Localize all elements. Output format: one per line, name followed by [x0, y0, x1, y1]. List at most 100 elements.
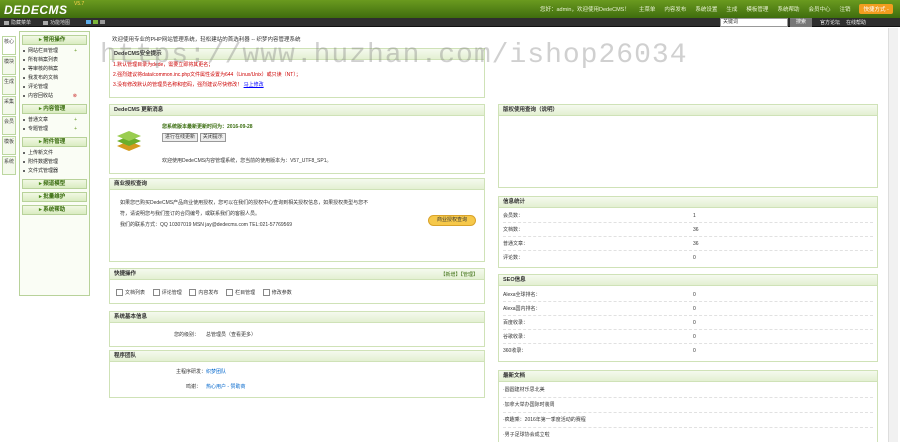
menu-header-content[interactable]: 内容管理 — [22, 104, 87, 114]
quick-settings[interactable]: 修改参数 — [263, 289, 292, 296]
update-panel-title: DedeCMS 更新消息 — [110, 105, 484, 116]
team-thanks-label: 鸣谢： — [186, 384, 202, 390]
menu-item-pending-docs[interactable]: 等审核的档案 — [20, 65, 89, 74]
level-label: 您的级别： — [174, 332, 200, 338]
warn-line-2: 2.强烈建议将data/common.inc.php文件属性设置为644（Lin… — [113, 72, 301, 78]
license-query-button[interactable]: 商业授权查询 — [428, 215, 476, 226]
latest-docs-title: 最新文档 — [499, 371, 877, 382]
menu-item-all-docs[interactable]: 所有档案列表 — [20, 56, 89, 65]
online-update-button[interactable]: 进行在线更新 — [162, 133, 199, 142]
menu-header-channels[interactable]: 频道模型 — [22, 179, 87, 189]
vtab-collect[interactable]: 采集 — [2, 96, 16, 115]
hide-menu-button[interactable]: 隐藏菜单 — [4, 19, 31, 26]
menu-item-file-manager[interactable]: 文件式管理器 — [20, 167, 89, 176]
seo-row: Alexa国内排名： 0 — [503, 302, 873, 316]
menu-item-columns[interactable]: 网站栏目管理 + — [20, 47, 89, 56]
top-nav-main[interactable]: 主菜单 — [639, 5, 656, 14]
shortcut-button[interactable]: 快捷方式 - — [859, 4, 893, 14]
quick-comments[interactable]: 评论管理 — [153, 289, 182, 296]
latest-docs-panel: 最新文档 ·圆圆建材乐思北美 ·加拿大举办国际时装周 ·疯趣乘：2016年第一季… — [498, 370, 878, 442]
quick-columns[interactable]: 栏目管理 — [226, 289, 255, 296]
top-nav-templates[interactable]: 模板管理 — [746, 5, 768, 14]
welcome-text: 欢迎使用专业的PHP网站管理系统，轻松建站的首选利器 -- 织梦内容管理系统 — [112, 37, 301, 43]
layers-icon — [116, 127, 142, 153]
search-button[interactable]: 搜索 — [790, 18, 812, 27]
menu-header-common[interactable]: 常用操作 — [22, 35, 87, 45]
sysinfo-panel-title: 系统基本信息 — [110, 312, 484, 323]
seo-row: 360收录： 0 — [503, 348, 696, 354]
top-nav-publish[interactable]: 内容发布 — [664, 5, 686, 14]
menu-header-help[interactable]: 系统帮助 — [22, 205, 87, 215]
close-tip-button[interactable]: 关闭提示 — [199, 133, 226, 142]
vertical-scrollbar[interactable] — [888, 28, 898, 442]
top-nav-logout[interactable]: 注销 — [839, 5, 850, 14]
license-line-3: 我们的联系方式：QQ 10307019 MSN jay@dedecms.com … — [120, 222, 293, 228]
vtab-templates[interactable]: 模板 — [2, 136, 16, 155]
sidebar-menu: 常用操作 网站栏目管理+ 所有档案列表 等审核的档案 我发布的文档 评论管理 内… — [19, 31, 90, 296]
news-item[interactable]: ·圆圆建材乐思北美 — [503, 383, 873, 398]
quick-publish[interactable]: 内容发布 — [189, 289, 218, 296]
map-icon — [43, 20, 48, 25]
blue-theme-icon[interactable] — [86, 19, 91, 24]
menu-item-specials[interactable]: 专题管理 + — [20, 125, 89, 134]
seo-panel-title: SEO信息 — [499, 275, 877, 286]
add-icon: + — [74, 117, 77, 123]
stats-panel-title: 信息统计 — [499, 197, 877, 208]
team-thanks-link[interactable]: 热心用户 - 赞助商 — [206, 383, 245, 390]
level-value[interactable]: 总管理员（查看更多） — [206, 331, 256, 338]
quick-panel-title: 快捷操作 — [110, 269, 484, 280]
security-panel-title: DedeCMS安全提示 — [110, 49, 484, 60]
quick-panel-actions[interactable]: 【新增】【管理】 — [440, 271, 478, 278]
update-panel: DedeCMS 更新消息 您系统版本最新更新时间为：2016-09-28 进行在… — [109, 104, 485, 174]
top-bar: DEDECMS V5.7 您好：admin，欢迎使用DedeCMS！ 主菜单 内… — [0, 0, 900, 18]
license-line-1: 如果您已购买DedeCMS产品商业使用授权，您可以在我们的授权中心查询到相关授权… — [120, 200, 369, 206]
forum-link[interactable]: 官方论坛 — [820, 19, 840, 26]
vtab-core[interactable]: 核心 — [2, 36, 16, 55]
license-panel: 商业授权查询 如果您已购买DedeCMS产品商业使用授权，您可以在我们的授权中心… — [109, 178, 485, 262]
version-badge: V5.7 — [74, 1, 85, 7]
menu-item-recycle[interactable]: 内容回收站 ⊗ — [20, 92, 89, 101]
news-item[interactable]: ·加拿大举办国际时装周 — [503, 398, 873, 413]
copyright-panel-title: 版权使用查询（说明） — [499, 105, 877, 116]
update-head: 您系统版本最新更新时间为：2016-09-28 — [162, 124, 253, 130]
vtab-system[interactable]: 系统 — [2, 156, 16, 175]
recycle-icon: ⊗ — [72, 93, 77, 99]
stats-row: 会员数： 1 — [503, 209, 873, 223]
team-dev-link[interactable]: 织梦团队 — [206, 368, 226, 375]
add-icon: + — [74, 48, 77, 54]
vtab-modules[interactable]: 模块 — [2, 56, 16, 75]
top-nav-greeting: 您好：admin，欢迎使用DedeCMS！ — [540, 7, 630, 13]
warn-line-1: 1.默认管理目录为dede，需要立即将其更名； — [113, 62, 214, 68]
menu-item-comments[interactable]: 评论管理 — [20, 83, 89, 92]
hide-menu-icon — [4, 20, 9, 25]
stats-panel: 信息统计 会员数： 1 文档数： 36 普通文章： 36 评论数： 0 — [498, 196, 878, 268]
green-theme-icon[interactable] — [93, 19, 98, 24]
online-help-link[interactable]: 在线帮助 — [846, 19, 866, 26]
seo-row: 百度收录： 0 — [503, 316, 873, 330]
menu-item-my-docs[interactable]: 我发布的文档 — [20, 74, 89, 83]
top-nav-members[interactable]: 会员中心 — [808, 5, 830, 14]
keyword-search-input[interactable]: 关键词 — [720, 18, 788, 27]
menu-item-attach-data[interactable]: 附件数据管理 — [20, 158, 89, 167]
menu-item-articles[interactable]: 普通文章 + — [20, 116, 89, 125]
top-nav-settings[interactable]: 系统设置 — [695, 5, 717, 14]
menu-header-attachments[interactable]: 附件管理 — [22, 137, 87, 147]
update-desc: 欢迎使用DedeCMS内容管理系统，您当前的使用版本为：V57_UTF8_SP1… — [162, 158, 332, 164]
vtab-members[interactable]: 会员 — [2, 116, 16, 135]
news-item[interactable]: ·男子足球协会成立啦 — [503, 428, 873, 443]
add-icon: + — [74, 126, 77, 132]
menu-item-upload[interactable]: 上传新文件 — [20, 149, 89, 158]
warn-line-3: 3.没有修改默认的管理员名称和密码，强烈建议尽快修改！ 马上修改 — [113, 82, 264, 88]
modify-now-link[interactable]: 马上修改 — [244, 82, 264, 88]
quick-doc-list[interactable]: 文档列表 — [116, 289, 145, 296]
license-line-2: 符，请说明您与我们签订的合同编号，或联系我们的客服人员。 — [120, 211, 261, 217]
gray-theme-icon[interactable] — [100, 19, 105, 24]
vtab-generate[interactable]: 生成 — [2, 76, 16, 95]
top-nav-generate[interactable]: 生成 — [726, 5, 737, 14]
function-map-button[interactable]: 功能地图 — [43, 19, 70, 26]
top-nav-help[interactable]: 系统帮助 — [777, 5, 799, 14]
stats-row: 评论数： 0 — [503, 255, 696, 261]
color-swatches[interactable] — [86, 19, 107, 25]
menu-header-batch[interactable]: 批量维护 — [22, 192, 87, 202]
news-item[interactable]: ·疯趣乘：2016年第一季度活动的赛程 — [503, 413, 873, 428]
